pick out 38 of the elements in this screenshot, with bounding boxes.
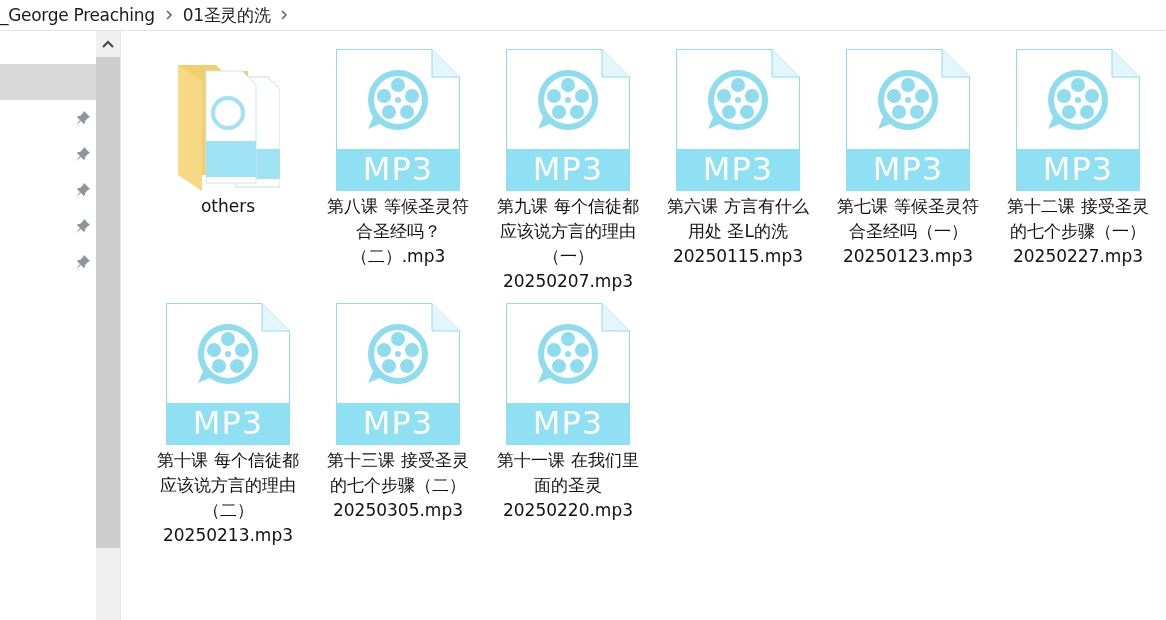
file-name[interactable]: 第十二课 接受圣灵的七个步骤（一）20250227.mp3 — [1007, 194, 1149, 269]
file-name[interactable]: 第七课 等候圣灵符合圣经吗（一）20250123.mp3 — [837, 194, 979, 269]
file-name[interactable]: 第十课 每个信徒都应该说方言的理由（二）20250213.mp3 — [157, 448, 299, 548]
pin-icon[interactable] — [75, 218, 91, 234]
file-name[interactable]: 第十三课 接受圣灵的七个步骤（二）20250305.mp3 — [327, 448, 469, 523]
audio-file-icon[interactable] — [166, 303, 290, 445]
audio-file-icon[interactable] — [336, 49, 460, 191]
file-name[interactable]: 第十一课 在我们里面的圣灵20250220.mp3 — [497, 448, 639, 523]
file-type-label: MP3 — [871, 150, 945, 188]
folder-icon[interactable] — [176, 63, 280, 191]
chevron-icon[interactable] — [164, 10, 173, 20]
audio-file-icon[interactable] — [846, 49, 970, 191]
audio-file-icon[interactable] — [506, 303, 630, 445]
audio-file-icon[interactable] — [336, 303, 460, 445]
pin-icon[interactable] — [75, 182, 91, 198]
file-name[interactable]: 第六课 方言有什么用处 圣L的洗20250115.mp3 — [667, 194, 809, 269]
chevron-icon[interactable] — [280, 10, 289, 20]
file-name[interactable]: others — [200, 194, 256, 219]
file-type-label: MP3 — [191, 404, 265, 442]
file-name[interactable]: 第九课 每个信徒都应该说方言的理由（一）20250207.mp3 — [497, 194, 639, 294]
nav-item[interactable] — [0, 64, 96, 100]
scrollbar-thumb[interactable] — [96, 57, 120, 548]
file-type-label: MP3 — [531, 404, 605, 442]
file-type-label: MP3 — [531, 150, 605, 188]
file-type-label: MP3 — [361, 150, 435, 188]
audio-file-icon[interactable] — [676, 49, 800, 191]
audio-file-icon[interactable] — [506, 49, 630, 191]
pin-icon[interactable] — [75, 110, 91, 126]
scroll-up-icon[interactable] — [102, 40, 114, 48]
pin-icon[interactable] — [75, 146, 91, 162]
file-name[interactable]: 第八课 等候圣灵符合圣经吗？（二）.mp3 — [327, 194, 469, 269]
pin-icon[interactable] — [75, 254, 91, 270]
breadcrumb-item[interactable]: 01圣灵的洗 — [182, 3, 271, 27]
file-type-label: MP3 — [361, 404, 435, 442]
audio-file-icon[interactable] — [1016, 49, 1140, 191]
breadcrumb-item[interactable]: _George Preaching — [0, 5, 155, 25]
file-type-label: MP3 — [1041, 150, 1115, 188]
file-type-label: MP3 — [701, 150, 775, 188]
